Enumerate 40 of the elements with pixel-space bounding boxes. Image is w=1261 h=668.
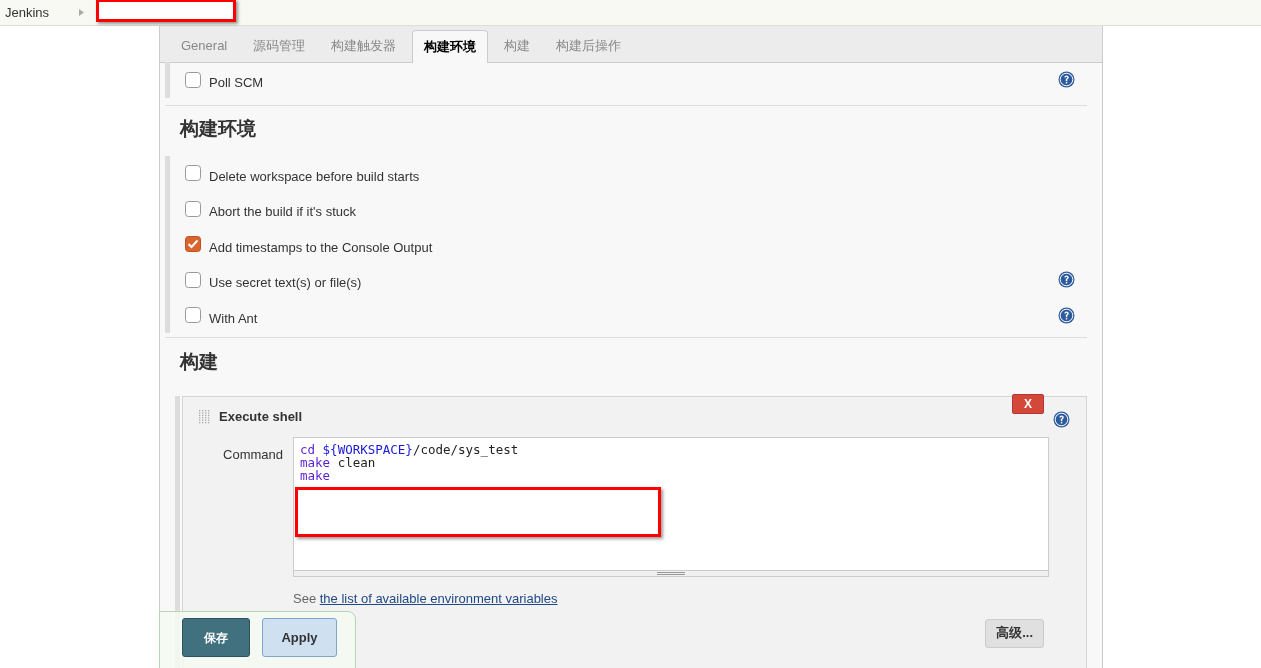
option-label: Add timestamps to the Console Output [209,238,433,257]
help-text: See [293,591,318,606]
help-icon[interactable] [1053,410,1070,428]
field-label: Command [222,446,284,464]
checkbox[interactable] [185,71,201,88]
code-line: make clean [300,456,376,469]
checkbox[interactable] [185,307,201,324]
tab[interactable]: 构建触发器 [318,29,410,62]
tab[interactable]: 构建后操作 [543,29,635,62]
checkbox[interactable] [185,165,201,182]
section-title: 构建 [178,349,219,374]
advanced-button[interactable]: 高级... [985,618,1044,648]
help-icon[interactable] [1058,271,1075,289]
option-label: Poll SCM [209,74,264,92]
checkbox[interactable] [185,200,201,217]
chevron-icon [79,9,85,16]
option-label: Abort the build if it's stuck [209,203,356,221]
step-title: Execute shell [219,408,303,427]
code-line: make [300,469,331,482]
tab[interactable]: 源码管理 [240,29,319,62]
help-icon[interactable] [1058,306,1075,324]
env-vars-link[interactable]: the list of available environment variables [319,591,558,606]
option-label: With Ant [209,309,258,328]
help-icon[interactable] [1058,71,1075,89]
save-button[interactable]: 保存 [182,618,250,657]
tab[interactable]: 构建环境 [412,30,489,63]
resize-handle[interactable] [294,570,1048,576]
command-editor[interactable]: cd ${WORKSPACE}/code/sys_test make clean make [293,437,1049,577]
checkbox[interactable] [185,236,201,253]
delete-button[interactable]: X [1012,394,1044,414]
section-title: 构建环境 [178,117,257,142]
checkbox[interactable] [185,271,201,288]
tab[interactable]: 构建 [491,29,544,62]
option-label: Use secret text(s) or file(s) [209,274,362,292]
apply-button[interactable]: Apply [262,618,337,657]
code-line: cd ${WORKSPACE}/code/sys_test [300,443,519,456]
drag-handle-icon[interactable] [199,410,211,424]
option-label: Delete workspace before build starts [209,167,420,186]
tab[interactable]: General [168,29,241,62]
breadcrumb-link[interactable]: Jenkins [5,2,50,23]
